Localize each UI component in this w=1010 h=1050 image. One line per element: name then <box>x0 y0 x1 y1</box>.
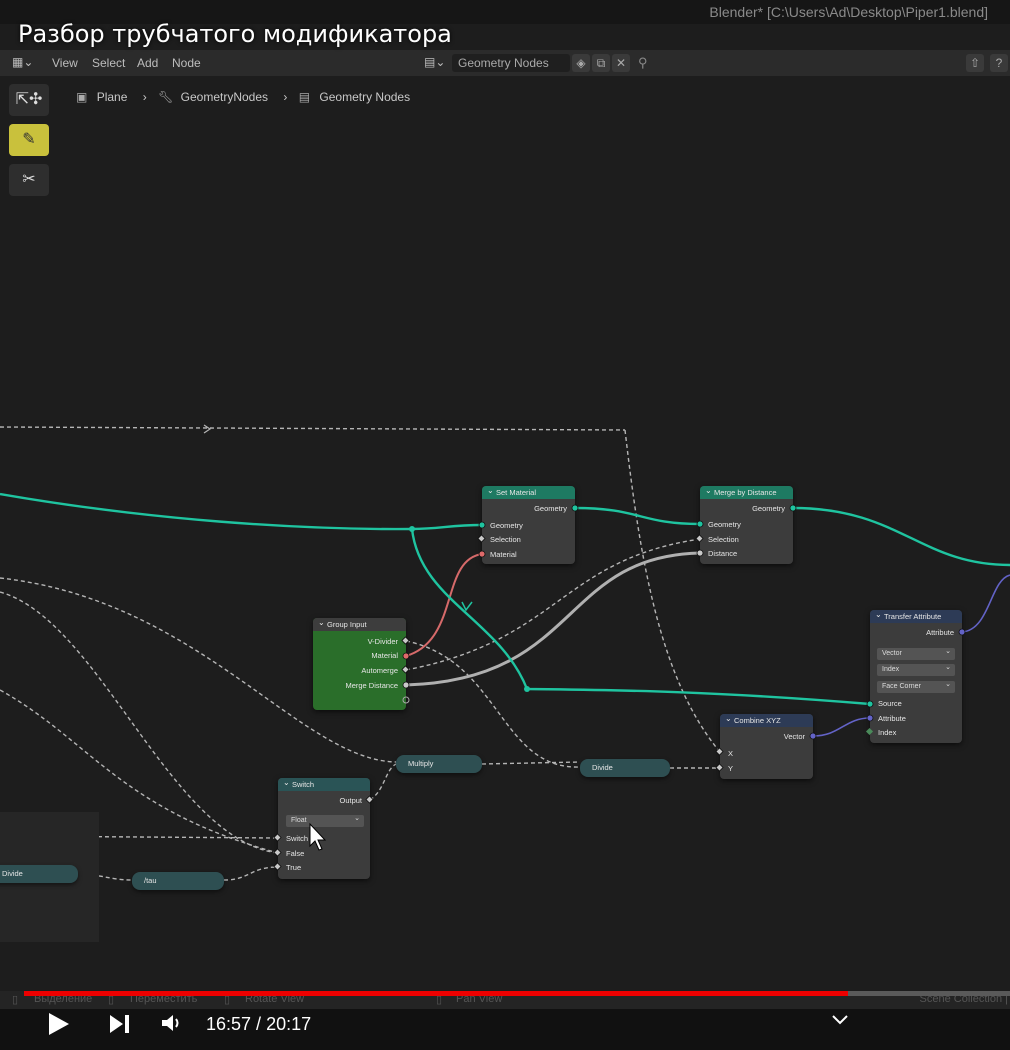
mouse-left-icon: ▯ <box>12 994 19 1006</box>
next-icon[interactable] <box>108 1013 132 1035</box>
socket-dot <box>715 763 724 772</box>
socket-dot <box>866 700 874 708</box>
socket-dot <box>866 714 874 722</box>
video-progress-fill[interactable] <box>24 991 849 996</box>
play-icon[interactable] <box>46 1011 72 1037</box>
volume-icon[interactable] <box>160 1012 184 1034</box>
socket-dot <box>958 628 966 636</box>
socket-dot <box>402 652 410 660</box>
socket-dot <box>571 504 579 512</box>
sockets-layer <box>203 424 966 871</box>
socket-dot <box>809 732 817 740</box>
socket-dot <box>715 747 724 756</box>
socket-dot <box>401 636 410 645</box>
link-direction-arrow-icon <box>461 601 473 612</box>
time-separator: / <box>251 1014 267 1034</box>
time-display: 16:57 / 20:17 <box>206 1014 311 1035</box>
duration: 20:17 <box>266 1014 312 1034</box>
socket-dot <box>401 665 410 674</box>
chevron-down-icon[interactable] <box>831 1013 849 1027</box>
socket-dot <box>696 520 704 528</box>
socket-dot <box>365 795 374 804</box>
socket-dot <box>789 504 797 512</box>
socket-dot <box>865 727 874 736</box>
socket-dot <box>696 549 704 557</box>
video-title: Разбор трубчатого модификатора <box>18 20 452 48</box>
socket-dot <box>695 534 704 543</box>
socket-dot <box>273 848 282 857</box>
mouse-cursor-icon <box>309 822 327 851</box>
socket-dot <box>478 521 486 529</box>
socket-dot <box>477 534 486 543</box>
link-direction-arrow-icon <box>203 424 212 434</box>
socket-dot-empty <box>402 696 410 704</box>
socket-dot <box>402 681 410 689</box>
current-time: 16:57 <box>206 1014 252 1034</box>
socket-dot <box>273 833 282 842</box>
socket-dot <box>273 862 282 871</box>
socket-dot <box>478 550 486 558</box>
player-controls <box>0 1009 1010 1050</box>
